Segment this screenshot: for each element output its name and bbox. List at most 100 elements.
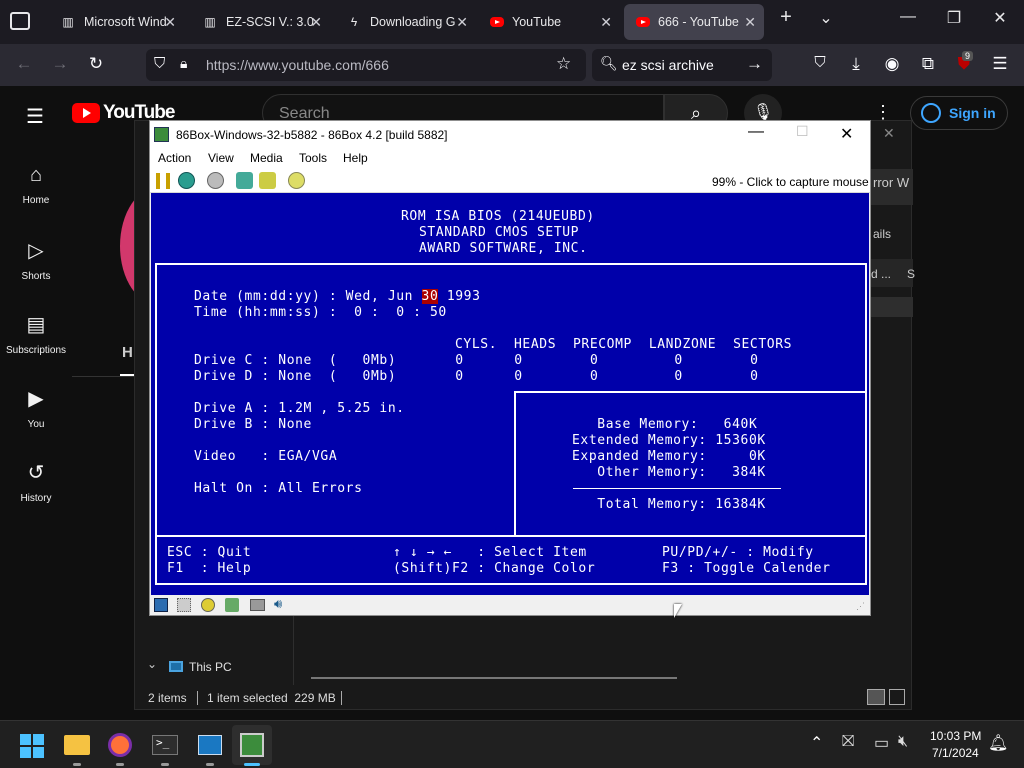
hard-disk-icon[interactable]	[250, 599, 265, 611]
explorer-close-icon[interactable]: ✕	[883, 125, 895, 142]
pause-icon[interactable]	[156, 173, 170, 189]
floppy-empty-icon[interactable]	[177, 598, 191, 612]
sign-in-button[interactable]: Sign in	[910, 96, 1008, 130]
bios-halt[interactable]: Halt On : All Errors	[194, 481, 363, 497]
bios-video[interactable]: Video : EGA/VGA	[194, 449, 337, 465]
menu-action[interactable]: Action	[158, 151, 191, 165]
sidebar-item-history[interactable]: ↺ History	[0, 460, 72, 504]
explorer-column: d ...	[871, 267, 892, 281]
minimize-button[interactable]: —	[888, 8, 928, 26]
reload-icon[interactable]: ↻	[84, 54, 108, 74]
emulated-screen[interactable]: ROM ISA BIOS (214UEUBD) STANDARD CMOS SE…	[151, 193, 869, 595]
tree-item-this-pc[interactable]: This PC	[189, 660, 232, 674]
remote-desktop-taskbar-icon[interactable]	[198, 735, 222, 755]
sound-icon[interactable]: 🔊︎	[274, 596, 282, 612]
tab-downloading[interactable]: ϟ Downloading G ✕	[334, 4, 476, 40]
emu-minimize-button[interactable]: —	[748, 123, 764, 141]
notifications-bell-icon[interactable]: 🔔︎	[988, 733, 1008, 753]
bookmark-star-icon[interactable]: ☆	[556, 54, 571, 74]
details-view-icon[interactable]	[867, 689, 885, 705]
sidebar-item-home[interactable]: ⌂ Home	[0, 164, 72, 206]
bios-date-label: Date (mm:dd:yy) : Wed, Jun 30 1993	[194, 289, 481, 305]
channel-tab-home[interactable]: H	[122, 344, 133, 361]
close-icon[interactable]: ✕	[744, 14, 756, 31]
youtube-logo-icon	[72, 103, 100, 123]
volume-muted-icon[interactable]: 🔇︎	[898, 733, 908, 751]
horizontal-scrollbar[interactable]	[311, 677, 677, 679]
tab-label: Downloading G	[370, 15, 456, 29]
explorer-text: rror W	[873, 175, 910, 190]
tab-list-icon[interactable]	[10, 12, 30, 30]
menu-media[interactable]: Media	[250, 151, 283, 165]
bios-date-day[interactable]: 30	[421, 289, 439, 304]
url-text[interactable]: https://www.youtube.com/666	[206, 57, 389, 73]
firefox-taskbar-icon[interactable]	[108, 733, 132, 757]
close-icon[interactable]: ✕	[310, 14, 322, 31]
close-icon[interactable]: ✕	[164, 14, 176, 31]
network-icon[interactable]	[225, 598, 239, 612]
user-icon	[921, 103, 941, 123]
close-icon[interactable]: ✕	[456, 14, 468, 31]
tab-microsoft[interactable]: ▥ Microsoft Wind ✕	[48, 4, 184, 40]
sidebar-item-shorts[interactable]: ▷ Shorts	[0, 238, 72, 282]
ctrl-alt-del-icon[interactable]	[236, 172, 253, 189]
reset-icon[interactable]	[178, 172, 195, 189]
power-icon[interactable]	[207, 172, 224, 189]
start-windows-icon[interactable]	[20, 734, 44, 758]
sidebar-item-subscriptions[interactable]: ▤ Subscriptions	[0, 312, 72, 356]
bios-drive-c[interactable]: Drive C : None ( 0Mb) 0 0 0 0 0	[194, 353, 759, 369]
tab-666-youtube[interactable]: 666 - YouTube ✕	[624, 4, 764, 40]
search-bar[interactable]: 🔍︎ ez scsi archive →	[592, 49, 772, 81]
back-arrow-icon[interactable]: ←	[12, 54, 36, 74]
clock-time[interactable]: 10:03 PM	[930, 729, 981, 743]
tab-youtube[interactable]: YouTube ✕	[478, 4, 620, 40]
lock-icon[interactable]: 🔒︎	[180, 55, 187, 72]
resize-grip-icon[interactable]: ⋰	[856, 601, 865, 612]
file-explorer-taskbar-icon[interactable]	[64, 735, 90, 755]
emulator-title-bar[interactable]: 86Box-Windows-32-b5882 - 86Box 4.2 [buil…	[150, 121, 870, 149]
bios-drive-d[interactable]: Drive D : None ( 0Mb) 0 0 0 0 0	[194, 369, 759, 385]
cdrom-icon[interactable]	[201, 598, 215, 612]
network-disconnected-icon[interactable]: ⛝	[842, 733, 854, 751]
tab-ez-scsi[interactable]: ▥ EZ-SCSI V.: 3.0 ✕	[190, 4, 330, 40]
menu-help[interactable]: Help	[343, 151, 368, 165]
sidebar-item-you[interactable]: ▶ You	[0, 386, 72, 430]
url-bar[interactable]: ⛉ 🔒︎ https://www.youtube.com/666 ☆	[146, 49, 586, 81]
floppy-icon[interactable]	[154, 598, 168, 612]
close-window-button[interactable]: ✕	[980, 8, 1020, 28]
clock-date[interactable]: 7/1/2024	[932, 746, 979, 760]
close-icon[interactable]: ✕	[600, 14, 612, 31]
emu-close-button[interactable]: ✕	[840, 124, 853, 144]
settings-icon[interactable]	[288, 172, 305, 189]
menu-tools[interactable]: Tools	[299, 151, 327, 165]
tree-expand-chevron-icon[interactable]: ⌄	[147, 657, 157, 671]
search-query[interactable]: ez scsi archive	[622, 57, 714, 73]
forward-arrow-icon[interactable]: →	[48, 54, 72, 74]
new-tab-button[interactable]: +	[766, 6, 806, 29]
menu-view[interactable]: View	[208, 151, 234, 165]
tiles-view-icon[interactable]	[889, 689, 905, 705]
show-hidden-icons-chevron-icon[interactable]: ⌃	[810, 733, 823, 753]
go-arrow-icon[interactable]: →	[746, 54, 763, 74]
bios-date-year[interactable]: 1993	[438, 289, 480, 304]
guide-menu-icon[interactable]: ☰	[26, 104, 44, 129]
tab-overflow-chevron-icon[interactable]: ⌄	[806, 8, 846, 28]
subscriptions-icon: ▤	[26, 314, 46, 336]
bios-drive-b[interactable]: Drive B : None	[194, 417, 312, 433]
download-icon[interactable]: ⤓	[844, 54, 868, 74]
capture-hint[interactable]: 99% - Click to capture mouse	[712, 175, 869, 189]
ctrl-alt-esc-icon[interactable]	[259, 172, 276, 189]
shield-icon[interactable]: ⛉	[154, 55, 165, 72]
terminal-taskbar-icon[interactable]: >_	[152, 735, 178, 755]
bios-time-line[interactable]: Time (hh:mm:ss) : 0 : 0 : 50	[194, 305, 447, 321]
extensions-icon[interactable]: ⧉	[916, 54, 940, 74]
menu-hamburger-icon[interactable]: ☰	[988, 54, 1012, 74]
pocket-icon[interactable]: ⛉	[808, 54, 832, 71]
bios-drive-a[interactable]: Drive A : 1.2M , 5.25 in.	[194, 401, 405, 417]
account-icon[interactable]: ◉	[880, 54, 904, 74]
maximize-button[interactable]: ❐	[934, 8, 974, 28]
status-separator	[197, 691, 198, 705]
86box-taskbar-icon[interactable]	[240, 733, 264, 757]
emu-maximize-button[interactable]: ☐	[796, 123, 809, 140]
display-icon[interactable]: ▭	[874, 733, 889, 753]
